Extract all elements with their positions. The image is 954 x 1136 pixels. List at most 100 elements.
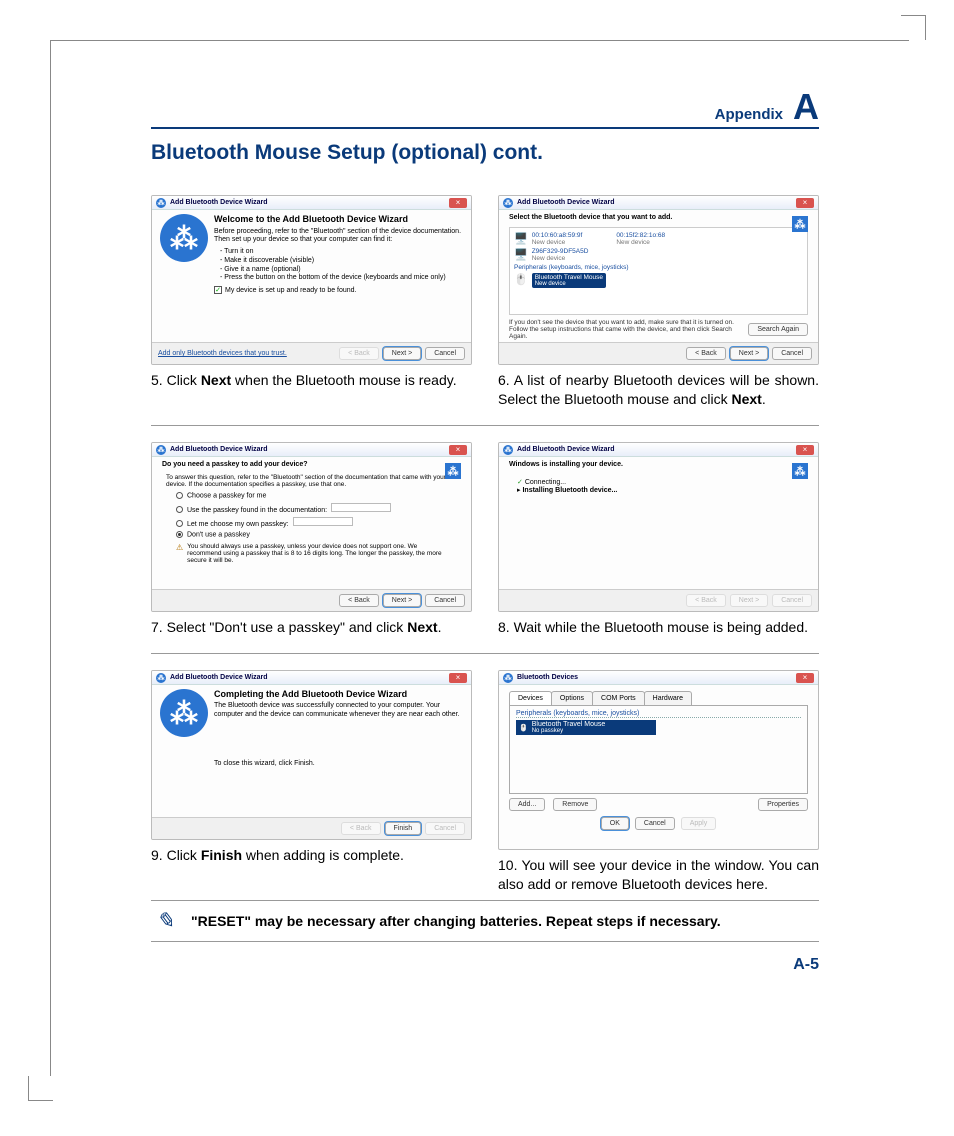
device-group: Peripherals (keyboards, mice, joysticks) <box>514 264 803 271</box>
monitor-icon: 🖥️ <box>514 232 528 245</box>
passkey-input[interactable] <box>331 503 391 512</box>
passkey-input[interactable] <box>293 517 353 526</box>
back-button[interactable]: < Back <box>339 347 379 360</box>
bullet: - Press the button on the bottom of the … <box>220 274 463 283</box>
close-button[interactable]: × <box>796 673 814 683</box>
wizard-intro: Before proceeding, refer to the "Bluetoo… <box>214 228 463 246</box>
back-button[interactable]: < Back <box>686 347 726 360</box>
search-again-button[interactable]: Search Again <box>748 323 808 336</box>
next-button[interactable]: Next > <box>730 347 768 360</box>
add-button[interactable]: Add... <box>509 798 545 811</box>
passkey-hint: To answer this question, refer to the "B… <box>152 472 471 490</box>
divider <box>151 425 819 426</box>
page-number: A-5 <box>151 956 819 974</box>
step-6: ⁂ Add Bluetooth Device Wizard × Select t… <box>498 195 819 409</box>
select-prompt: Select the Bluetooth device that you wan… <box>499 210 818 225</box>
cancel-button[interactable]: Cancel <box>425 594 465 607</box>
bluetooth-logo-icon: ⁂ <box>160 214 208 262</box>
status-line: Installing Bluetooth device... <box>522 487 617 494</box>
back-button: < Back <box>341 822 381 835</box>
screenshot-9: ⁂ Add Bluetooth Device Wizard × ⁂ Comple… <box>151 670 472 840</box>
crop-mark-bl <box>28 1076 53 1101</box>
ready-checkbox[interactable]: ✓ <box>214 286 222 294</box>
installing-prompt: Windows is installing your device. <box>499 457 818 472</box>
close-button[interactable]: × <box>449 673 467 683</box>
page-title: Bluetooth Mouse Setup (optional) cont. <box>151 141 819 165</box>
back-button[interactable]: < Back <box>339 594 379 607</box>
ok-button[interactable]: OK <box>601 817 629 830</box>
remove-button[interactable]: Remove <box>553 798 597 811</box>
close-button[interactable]: × <box>449 198 467 208</box>
note-icon: ✎ <box>151 907 179 935</box>
bluetooth-logo-icon: ⁂ <box>160 689 208 737</box>
tab-comports[interactable]: COM Ports <box>592 691 645 705</box>
next-button: Next > <box>730 594 768 607</box>
bluetooth-corner-icon: ⁂ <box>792 463 808 479</box>
device-group: Peripherals (keyboards, mice, joysticks) <box>516 710 801 718</box>
trust-link[interactable]: Add only Bluetooth devices that you trus… <box>158 350 287 357</box>
tab-hardware[interactable]: Hardware <box>644 691 692 705</box>
bullet: - Turn it on <box>220 248 463 257</box>
finish-button[interactable]: Finish <box>385 822 422 835</box>
steps-grid: ⁂ Add Bluetooth Device Wizard × ⁂ Welcom… <box>151 195 819 893</box>
wizard-heading: Completing the Add Bluetooth Device Wiza… <box>214 689 463 700</box>
bullet: - Give it a name (optional) <box>220 266 463 275</box>
cancel-button[interactable]: Cancel <box>425 347 465 360</box>
passkey-option-2[interactable]: Use the passkey found in the documentati… <box>176 503 447 514</box>
cancel-button: Cancel <box>425 822 465 835</box>
bluetooth-corner-icon: ⁂ <box>792 216 808 232</box>
next-button[interactable]: Next > <box>383 347 421 360</box>
appendix-label: Appendix <box>715 106 783 123</box>
tab-strip: Devices Options COM Ports Hardware <box>509 691 808 706</box>
cancel-button[interactable]: Cancel <box>772 347 812 360</box>
next-button[interactable]: Next > <box>383 594 421 607</box>
note-text: "RESET" may be necessary after changing … <box>191 913 721 929</box>
warning-icon: ⚠ <box>176 543 183 564</box>
bluetooth-icon: ⁂ <box>503 198 513 208</box>
caption-5: 5. Click Next when the Bluetooth mouse i… <box>151 371 472 390</box>
arrow-icon: ▸ <box>517 487 521 494</box>
caption-9: 9. Click Finish when adding is complete. <box>151 846 472 865</box>
screenshot-7: ⁂ Add Bluetooth Device Wizard × Do you n… <box>151 442 472 612</box>
dialog-title: Add Bluetooth Device Wizard <box>170 199 268 206</box>
passkey-option-1[interactable]: Choose a passkey for me <box>176 492 447 499</box>
passkey-option-3[interactable]: Let me choose my own passkey: <box>176 517 447 528</box>
tab-devices[interactable]: Devices <box>509 691 552 705</box>
tab-options[interactable]: Options <box>551 691 593 705</box>
dialog-title: Add Bluetooth Device Wizard <box>170 446 268 453</box>
close-button[interactable]: × <box>796 198 814 208</box>
hint-text: If you don't see the device that you wan… <box>509 319 742 340</box>
bullet: - Make it discoverable (visible) <box>220 257 463 266</box>
screenshot-6: ⁂ Add Bluetooth Device Wizard × Select t… <box>498 195 819 365</box>
wizard-heading: Welcome to the Add Bluetooth Device Wiza… <box>214 214 463 225</box>
selected-device[interactable]: 🖱️ Bluetooth Travel MouseNo passkey <box>516 720 656 735</box>
step-9: ⁂ Add Bluetooth Device Wizard × ⁂ Comple… <box>151 670 472 894</box>
properties-button[interactable]: Properties <box>758 798 808 811</box>
device-list[interactable]: Peripherals (keyboards, mice, joysticks)… <box>509 706 808 794</box>
wizard-text: The Bluetooth device was successfully co… <box>214 702 463 720</box>
crop-mark-tr <box>901 15 926 40</box>
screenshot-5: ⁂ Add Bluetooth Device Wizard × ⁂ Welcom… <box>151 195 472 365</box>
step-10: ⁂ Bluetooth Devices × Devices Options CO… <box>498 670 819 894</box>
note-row: ✎ "RESET" may be necessary after changin… <box>151 900 819 942</box>
back-button: < Back <box>686 594 726 607</box>
step-7: ⁂ Add Bluetooth Device Wizard × Do you n… <box>151 442 472 637</box>
caption-10: 10. You will see your device in the wind… <box>498 856 819 894</box>
status-line: Connecting... <box>525 479 566 486</box>
bluetooth-icon: ⁂ <box>156 198 166 208</box>
caption-8: 8. Wait while the Bluetooth mouse is bei… <box>498 618 819 637</box>
close-button[interactable]: × <box>796 445 814 455</box>
header-row: Appendix A <box>151 91 819 129</box>
passkey-option-4[interactable]: Don't use a passkey <box>176 531 447 538</box>
cancel-button[interactable]: Cancel <box>635 817 675 830</box>
bluetooth-icon: ⁂ <box>156 673 166 683</box>
dialog-title: Add Bluetooth Device Wizard <box>517 199 615 206</box>
step-5: ⁂ Add Bluetooth Device Wizard × ⁂ Welcom… <box>151 195 472 409</box>
device-list[interactable]: 🖥️00:10:60:a8:59:9fNew device 00:15f2:82… <box>509 227 808 315</box>
monitor-icon: 🖥️ <box>514 248 528 261</box>
selected-device[interactable]: 🖱️Bluetooth Travel MouseNew device <box>514 273 803 288</box>
divider <box>151 653 819 654</box>
step-8: ⁂ Add Bluetooth Device Wizard × Windows … <box>498 442 819 637</box>
close-button[interactable]: × <box>449 445 467 455</box>
bluetooth-icon: ⁂ <box>503 445 513 455</box>
